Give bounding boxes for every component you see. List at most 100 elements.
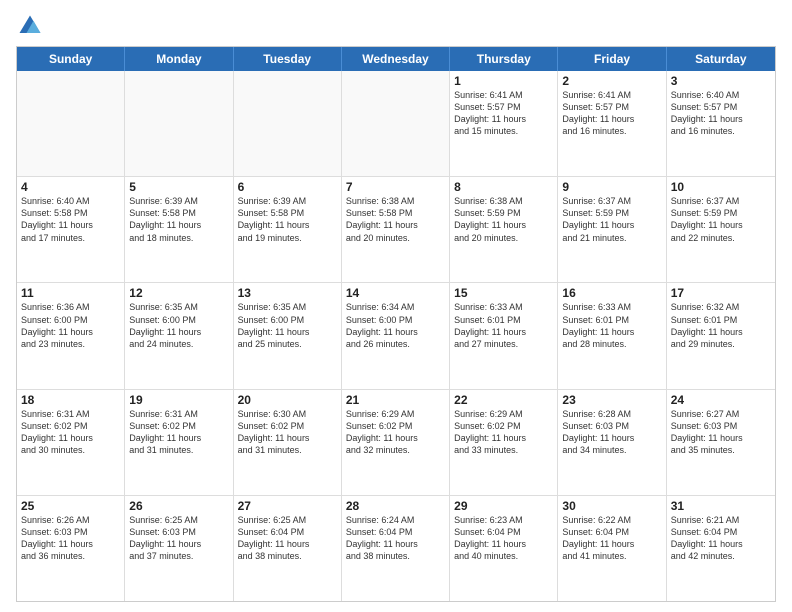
cell-info: Sunrise: 6:28 AM Sunset: 6:03 PM Dayligh… [562, 408, 661, 457]
day-number: 2 [562, 74, 661, 88]
day-number: 6 [238, 180, 337, 194]
calendar-cell: 17Sunrise: 6:32 AM Sunset: 6:01 PM Dayli… [667, 283, 775, 388]
day-number: 21 [346, 393, 445, 407]
day-number: 9 [562, 180, 661, 194]
day-number: 19 [129, 393, 228, 407]
day-number: 1 [454, 74, 553, 88]
cell-info: Sunrise: 6:39 AM Sunset: 5:58 PM Dayligh… [129, 195, 228, 244]
calendar-cell: 25Sunrise: 6:26 AM Sunset: 6:03 PM Dayli… [17, 496, 125, 601]
calendar-row: 1Sunrise: 6:41 AM Sunset: 5:57 PM Daylig… [17, 71, 775, 177]
day-number: 17 [671, 286, 771, 300]
calendar-cell: 10Sunrise: 6:37 AM Sunset: 5:59 PM Dayli… [667, 177, 775, 282]
cell-info: Sunrise: 6:24 AM Sunset: 6:04 PM Dayligh… [346, 514, 445, 563]
day-number: 13 [238, 286, 337, 300]
cell-info: Sunrise: 6:32 AM Sunset: 6:01 PM Dayligh… [671, 301, 771, 350]
calendar-cell: 2Sunrise: 6:41 AM Sunset: 5:57 PM Daylig… [558, 71, 666, 176]
calendar-row: 18Sunrise: 6:31 AM Sunset: 6:02 PM Dayli… [17, 390, 775, 496]
cell-info: Sunrise: 6:25 AM Sunset: 6:04 PM Dayligh… [238, 514, 337, 563]
day-number: 3 [671, 74, 771, 88]
calendar-row: 25Sunrise: 6:26 AM Sunset: 6:03 PM Dayli… [17, 496, 775, 601]
calendar-header: SundayMondayTuesdayWednesdayThursdayFrid… [17, 47, 775, 71]
calendar-cell: 1Sunrise: 6:41 AM Sunset: 5:57 PM Daylig… [450, 71, 558, 176]
day-number: 27 [238, 499, 337, 513]
day-number: 20 [238, 393, 337, 407]
calendar-cell: 7Sunrise: 6:38 AM Sunset: 5:58 PM Daylig… [342, 177, 450, 282]
calendar-cell: 15Sunrise: 6:33 AM Sunset: 6:01 PM Dayli… [450, 283, 558, 388]
day-number: 29 [454, 499, 553, 513]
day-number: 16 [562, 286, 661, 300]
cell-info: Sunrise: 6:21 AM Sunset: 6:04 PM Dayligh… [671, 514, 771, 563]
calendar-cell: 16Sunrise: 6:33 AM Sunset: 6:01 PM Dayli… [558, 283, 666, 388]
header-day: Wednesday [342, 47, 450, 71]
day-number: 15 [454, 286, 553, 300]
calendar-cell: 20Sunrise: 6:30 AM Sunset: 6:02 PM Dayli… [234, 390, 342, 495]
day-number: 23 [562, 393, 661, 407]
calendar-cell [125, 71, 233, 176]
calendar-body: 1Sunrise: 6:41 AM Sunset: 5:57 PM Daylig… [17, 71, 775, 601]
calendar-cell [17, 71, 125, 176]
calendar-cell: 28Sunrise: 6:24 AM Sunset: 6:04 PM Dayli… [342, 496, 450, 601]
cell-info: Sunrise: 6:25 AM Sunset: 6:03 PM Dayligh… [129, 514, 228, 563]
calendar-row: 4Sunrise: 6:40 AM Sunset: 5:58 PM Daylig… [17, 177, 775, 283]
calendar-cell: 21Sunrise: 6:29 AM Sunset: 6:02 PM Dayli… [342, 390, 450, 495]
day-number: 10 [671, 180, 771, 194]
day-number: 25 [21, 499, 120, 513]
cell-info: Sunrise: 6:33 AM Sunset: 6:01 PM Dayligh… [562, 301, 661, 350]
calendar-cell: 13Sunrise: 6:35 AM Sunset: 6:00 PM Dayli… [234, 283, 342, 388]
day-number: 26 [129, 499, 228, 513]
day-number: 11 [21, 286, 120, 300]
calendar-cell: 22Sunrise: 6:29 AM Sunset: 6:02 PM Dayli… [450, 390, 558, 495]
cell-info: Sunrise: 6:37 AM Sunset: 5:59 PM Dayligh… [671, 195, 771, 244]
day-number: 22 [454, 393, 553, 407]
day-number: 4 [21, 180, 120, 194]
cell-info: Sunrise: 6:38 AM Sunset: 5:59 PM Dayligh… [454, 195, 553, 244]
cell-info: Sunrise: 6:23 AM Sunset: 6:04 PM Dayligh… [454, 514, 553, 563]
calendar-cell: 5Sunrise: 6:39 AM Sunset: 5:58 PM Daylig… [125, 177, 233, 282]
day-number: 8 [454, 180, 553, 194]
header-day: Saturday [667, 47, 775, 71]
calendar-cell: 23Sunrise: 6:28 AM Sunset: 6:03 PM Dayli… [558, 390, 666, 495]
cell-info: Sunrise: 6:31 AM Sunset: 6:02 PM Dayligh… [21, 408, 120, 457]
cell-info: Sunrise: 6:31 AM Sunset: 6:02 PM Dayligh… [129, 408, 228, 457]
calendar-cell: 14Sunrise: 6:34 AM Sunset: 6:00 PM Dayli… [342, 283, 450, 388]
header-day: Friday [558, 47, 666, 71]
logo-icon [16, 12, 44, 40]
calendar-cell: 24Sunrise: 6:27 AM Sunset: 6:03 PM Dayli… [667, 390, 775, 495]
cell-info: Sunrise: 6:37 AM Sunset: 5:59 PM Dayligh… [562, 195, 661, 244]
calendar-cell [342, 71, 450, 176]
cell-info: Sunrise: 6:36 AM Sunset: 6:00 PM Dayligh… [21, 301, 120, 350]
cell-info: Sunrise: 6:35 AM Sunset: 6:00 PM Dayligh… [129, 301, 228, 350]
calendar-cell: 27Sunrise: 6:25 AM Sunset: 6:04 PM Dayli… [234, 496, 342, 601]
calendar-row: 11Sunrise: 6:36 AM Sunset: 6:00 PM Dayli… [17, 283, 775, 389]
cell-info: Sunrise: 6:26 AM Sunset: 6:03 PM Dayligh… [21, 514, 120, 563]
cell-info: Sunrise: 6:40 AM Sunset: 5:58 PM Dayligh… [21, 195, 120, 244]
day-number: 18 [21, 393, 120, 407]
cell-info: Sunrise: 6:41 AM Sunset: 5:57 PM Dayligh… [562, 89, 661, 138]
calendar-cell: 26Sunrise: 6:25 AM Sunset: 6:03 PM Dayli… [125, 496, 233, 601]
header-day: Sunday [17, 47, 125, 71]
day-number: 7 [346, 180, 445, 194]
calendar-cell: 19Sunrise: 6:31 AM Sunset: 6:02 PM Dayli… [125, 390, 233, 495]
cell-info: Sunrise: 6:34 AM Sunset: 6:00 PM Dayligh… [346, 301, 445, 350]
calendar-cell: 8Sunrise: 6:38 AM Sunset: 5:59 PM Daylig… [450, 177, 558, 282]
cell-info: Sunrise: 6:29 AM Sunset: 6:02 PM Dayligh… [454, 408, 553, 457]
calendar-cell: 31Sunrise: 6:21 AM Sunset: 6:04 PM Dayli… [667, 496, 775, 601]
cell-info: Sunrise: 6:41 AM Sunset: 5:57 PM Dayligh… [454, 89, 553, 138]
header-day: Tuesday [234, 47, 342, 71]
cell-info: Sunrise: 6:22 AM Sunset: 6:04 PM Dayligh… [562, 514, 661, 563]
calendar-cell [234, 71, 342, 176]
cell-info: Sunrise: 6:40 AM Sunset: 5:57 PM Dayligh… [671, 89, 771, 138]
header [16, 12, 776, 40]
calendar: SundayMondayTuesdayWednesdayThursdayFrid… [16, 46, 776, 602]
day-number: 28 [346, 499, 445, 513]
cell-info: Sunrise: 6:29 AM Sunset: 6:02 PM Dayligh… [346, 408, 445, 457]
calendar-cell: 29Sunrise: 6:23 AM Sunset: 6:04 PM Dayli… [450, 496, 558, 601]
day-number: 12 [129, 286, 228, 300]
calendar-cell: 11Sunrise: 6:36 AM Sunset: 6:00 PM Dayli… [17, 283, 125, 388]
header-day: Thursday [450, 47, 558, 71]
logo [16, 12, 48, 40]
day-number: 24 [671, 393, 771, 407]
calendar-cell: 18Sunrise: 6:31 AM Sunset: 6:02 PM Dayli… [17, 390, 125, 495]
cell-info: Sunrise: 6:30 AM Sunset: 6:02 PM Dayligh… [238, 408, 337, 457]
cell-info: Sunrise: 6:39 AM Sunset: 5:58 PM Dayligh… [238, 195, 337, 244]
